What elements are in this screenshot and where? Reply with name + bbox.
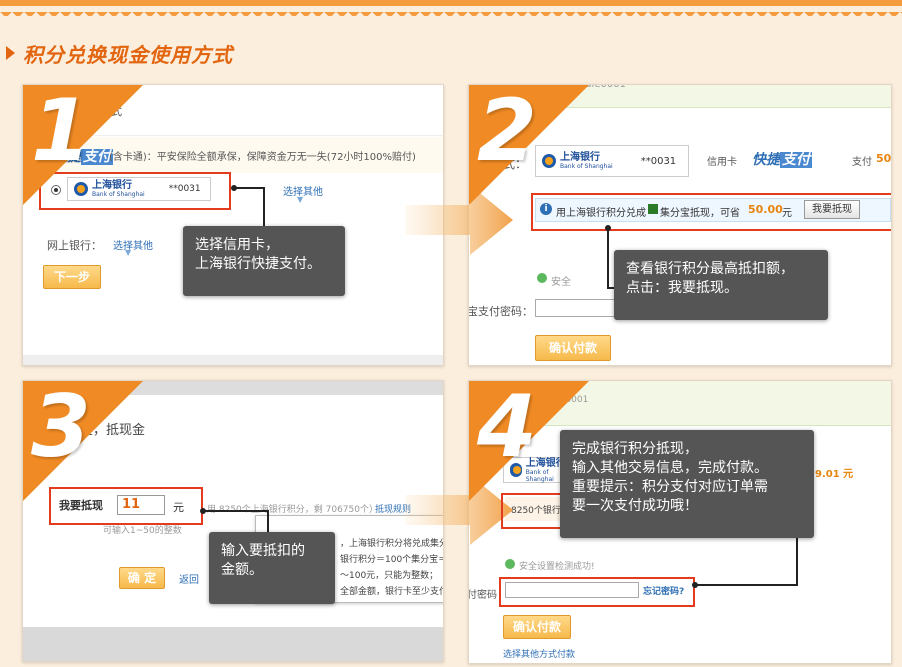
step2-tip: 查看银行积分最高抵扣额， 点击：我要抵现。 (614, 250, 828, 320)
step3-panel: 3 分宝，抵现金 我要抵现 11 元 用 8250个上海银行积分，剩 70675… (22, 380, 444, 662)
step-number: 2 (477, 84, 537, 181)
pointer-line (695, 584, 797, 586)
confirm-button[interactable]: 确 定 (119, 567, 165, 589)
other-payment-link[interactable]: 选择其他方式付款 (503, 647, 575, 660)
pointer-line (203, 510, 268, 512)
step-number: 1 (31, 84, 91, 181)
chevron-down-icon: ▼ (125, 248, 132, 257)
step3-tip: 输入要抵扣的 金额。 (209, 532, 335, 604)
step4-tip: 完成银行积分抵现， 输入其他交易信息，完成付款。 重要提示：积分支付对应订单需 要一次… (560, 430, 814, 538)
check-icon (537, 273, 547, 283)
back-link[interactable]: 返回 (179, 571, 199, 586)
confirm-pay-button[interactable]: 确认付款 (535, 335, 611, 361)
step-number: 4 (477, 380, 537, 477)
pointer-line (263, 187, 265, 227)
password-highlight (499, 577, 695, 607)
next-step-button[interactable]: 下一步 (43, 265, 101, 289)
step1-tip: 选择信用卡， 上海银行快捷支付。 (183, 226, 345, 296)
pointer-line (796, 530, 798, 586)
pointer-line (234, 187, 264, 189)
pointer-line (607, 228, 609, 288)
step3-bottom-strip (23, 627, 443, 661)
step2-panel: 2 testsale0001 款方式： 上海银行 Bank of Shanghai… (468, 84, 892, 366)
online-select-other-link[interactable]: 选择其他 (113, 237, 153, 252)
check-icon (505, 559, 515, 569)
title-arrow-icon (6, 46, 15, 60)
step1-panel: 1 款方式 快捷 支付 (含卡通)：平安保险全额承保，保障资金万无一失(72小时1… (22, 84, 444, 366)
chevron-down-icon: ▼ (297, 195, 304, 204)
top-zigzag-band (0, 0, 902, 16)
step-number: 3 (31, 380, 91, 477)
pointer-line (267, 510, 269, 534)
page-title: 积分兑换现金使用方式 (6, 38, 233, 68)
confirm-pay-button[interactable]: 确认付款 (503, 615, 571, 639)
kuaijie-logo: 快捷 支付 (752, 152, 812, 168)
panel-bottom-strip (23, 355, 443, 365)
